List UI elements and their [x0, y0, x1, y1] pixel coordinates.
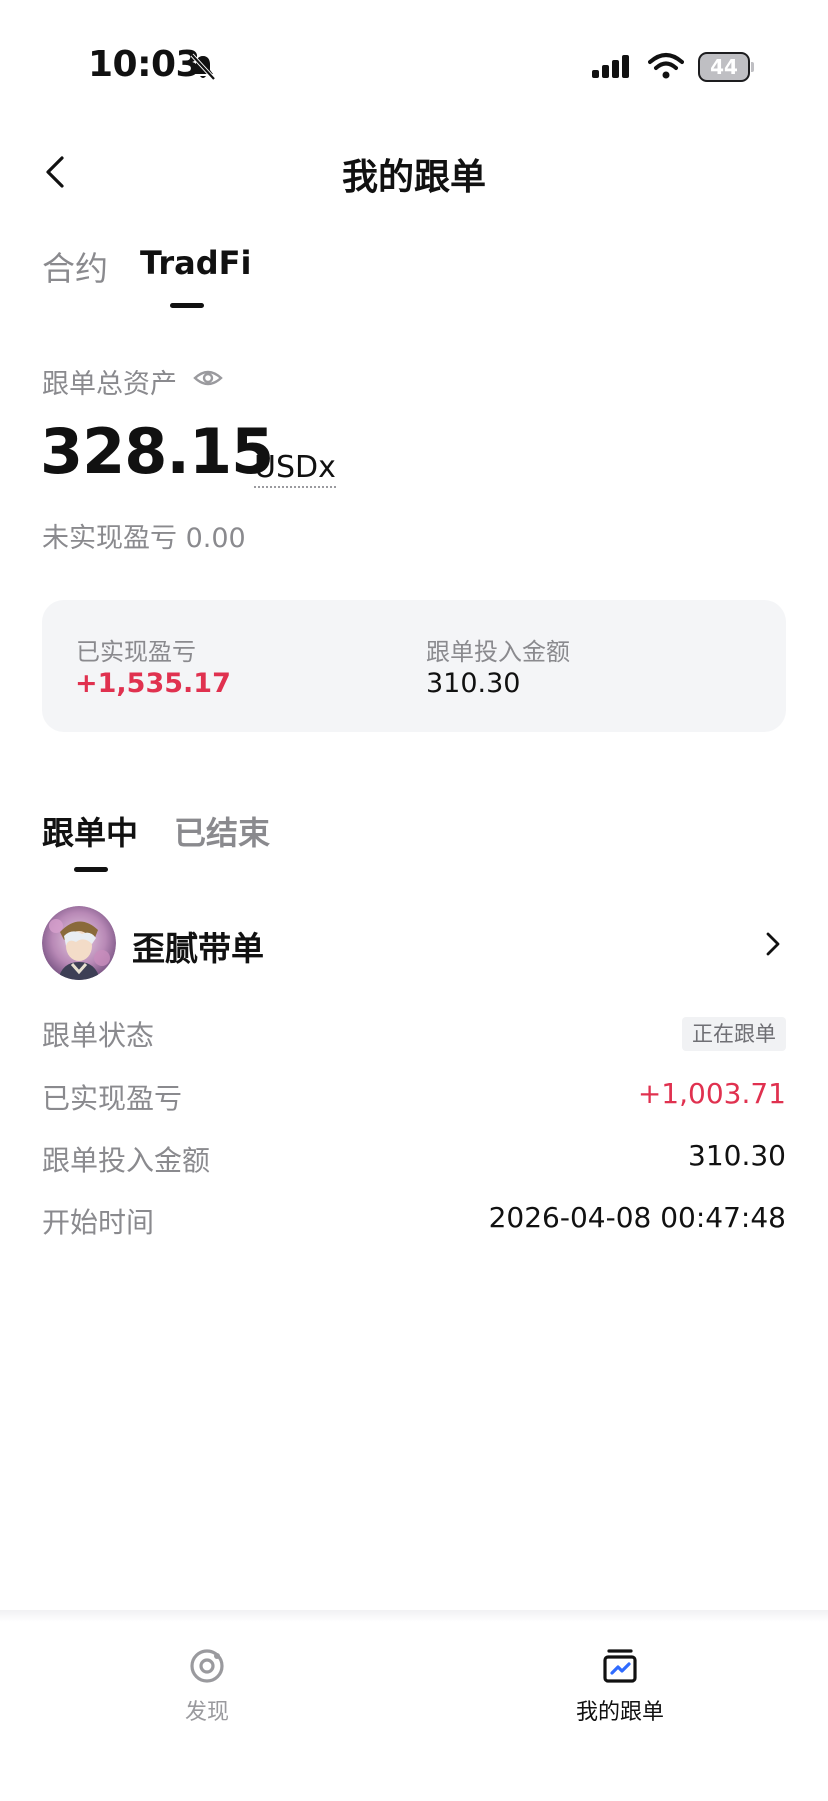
trader-realized-value: +1,003.71 — [637, 1077, 786, 1110]
tab-active-indicator — [170, 303, 204, 308]
page-title: 我的跟单 — [341, 157, 486, 198]
wifi-icon — [648, 53, 684, 79]
nav-my-copy-trading[interactable]: 我的跟单 — [550, 1646, 690, 1736]
avatar[interactable] — [42, 906, 116, 980]
bottom-nav-divider — [0, 1610, 828, 1622]
tab-contract[interactable]: 合约 — [42, 242, 108, 290]
status-label: 跟单状态 — [42, 1019, 155, 1052]
battery-icon: 44 — [698, 52, 754, 82]
currency-unit[interactable]: USDx — [254, 450, 336, 488]
invest-amount-label: 跟单投入金额 — [426, 638, 570, 666]
status-time: 10:03 — [88, 44, 201, 85]
trader-name[interactable]: 歪腻带单 — [132, 922, 264, 970]
total-assets-label: 跟单总资产 — [42, 369, 177, 400]
chevron-right-icon[interactable] — [762, 928, 784, 960]
start-time-label: 开始时间 — [42, 1206, 155, 1239]
tab-following[interactable]: 跟单中 — [42, 808, 138, 854]
cellular-signal-icon — [592, 55, 629, 78]
trader-realized-label: 已实现盈亏 — [42, 1082, 183, 1115]
battery-level: 44 — [710, 55, 738, 79]
tab-ended[interactable]: 已结束 — [174, 808, 270, 854]
start-time-value: 2026-04-08 00:47:48 — [488, 1201, 786, 1234]
unrealized-pnl: 未实现盈亏 0.00 — [42, 523, 246, 554]
realized-pnl-value: +1,535.17 — [75, 668, 231, 699]
tab-tradfi[interactable]: TradFi — [140, 244, 251, 282]
nav-my-copy-trading-label: 我的跟单 — [575, 1700, 664, 1725]
nav-discover-label: 发现 — [184, 1700, 229, 1725]
trader-invest-value: 310.30 — [688, 1139, 786, 1172]
invest-amount-value: 310.30 — [426, 668, 521, 699]
my-copy-trading-icon — [603, 1649, 637, 1683]
trader-invest-label: 跟单投入金额 — [42, 1144, 211, 1177]
discover-icon — [190, 1649, 224, 1683]
eye-icon[interactable] — [192, 364, 224, 392]
status-badge: 正在跟单 — [682, 1017, 786, 1051]
realized-pnl-label: 已实现盈亏 — [76, 638, 196, 666]
total-assets-value: 328.15 — [40, 415, 274, 488]
bell-muted-icon — [190, 53, 216, 81]
subtab-active-indicator — [74, 867, 108, 872]
nav-discover[interactable]: 发现 — [137, 1646, 277, 1736]
